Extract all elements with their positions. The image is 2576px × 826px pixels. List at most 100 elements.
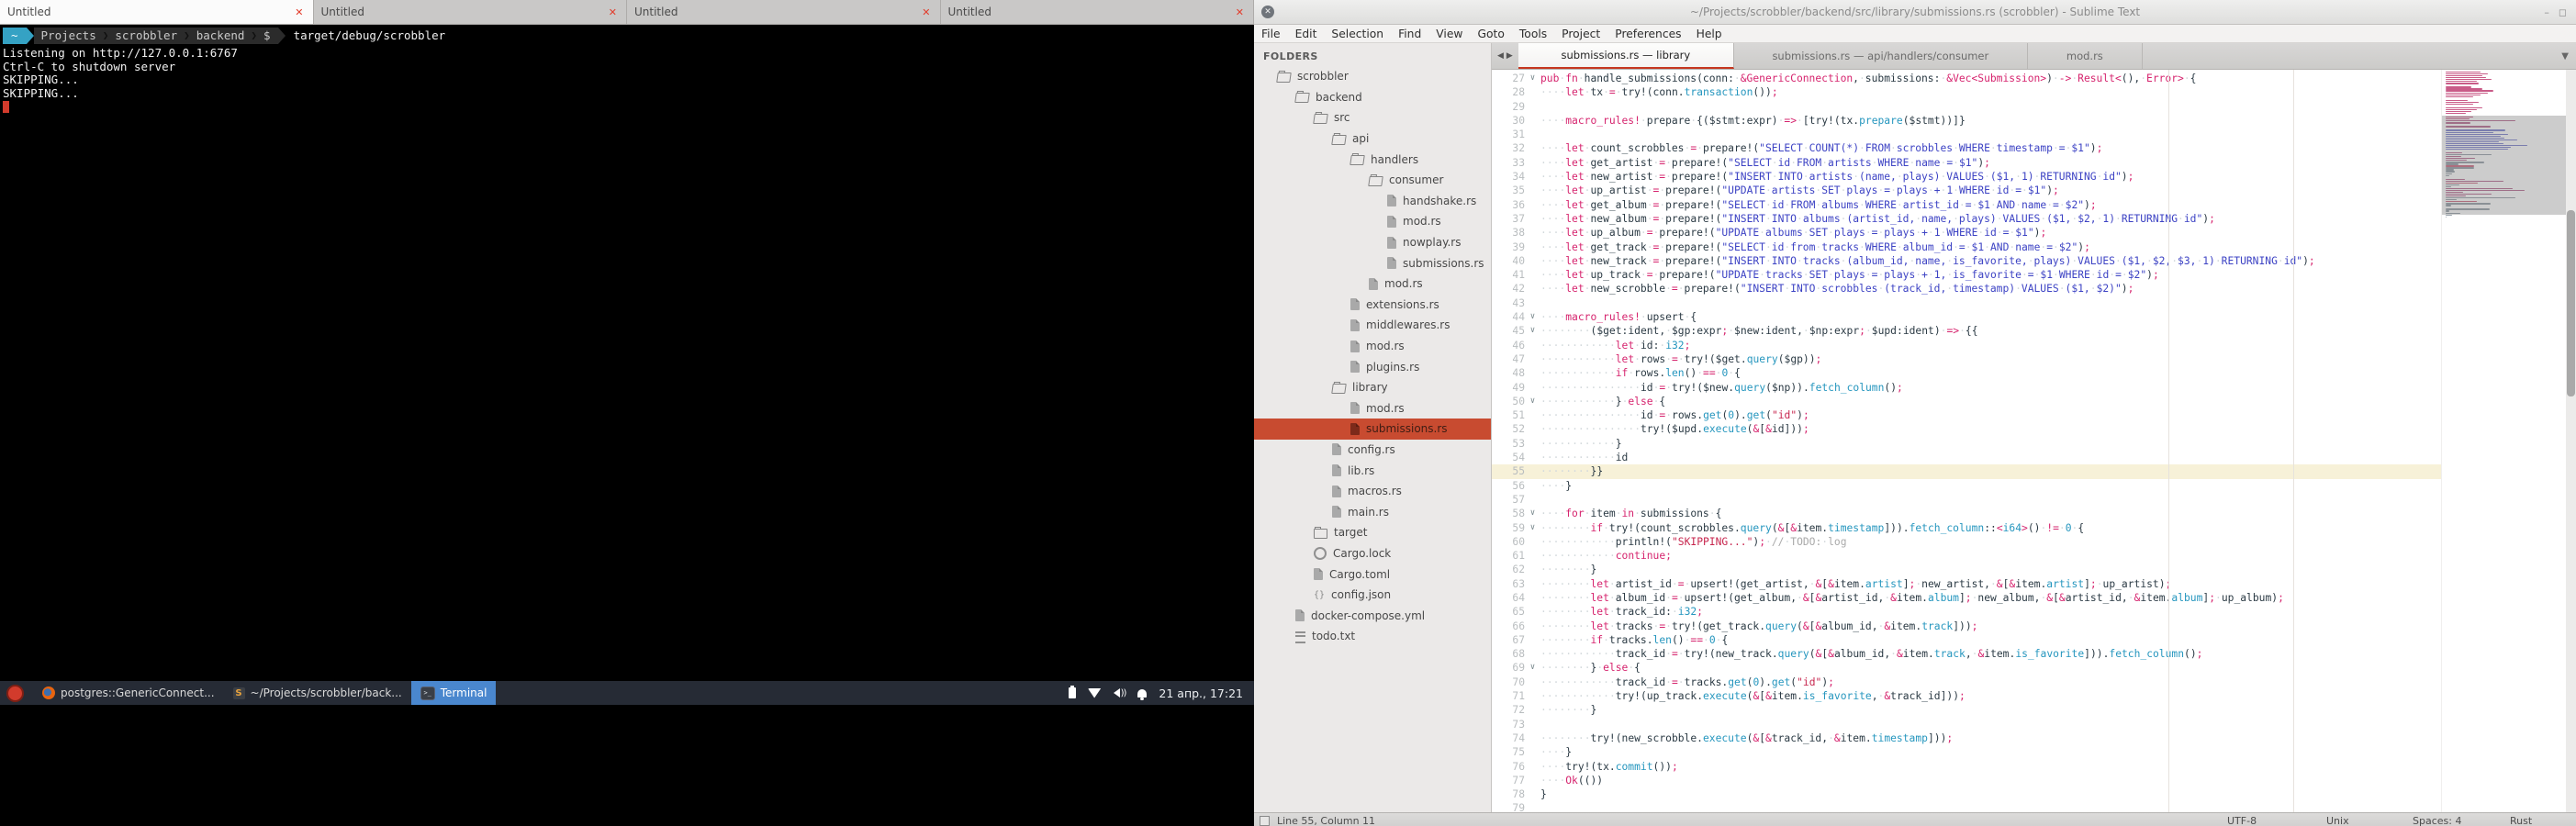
- fold-arrow-icon[interactable]: [1525, 647, 1540, 661]
- fold-arrow-icon[interactable]: [1525, 408, 1540, 422]
- menu-item-help[interactable]: Help: [1689, 28, 1730, 40]
- menu-item-find[interactable]: Find: [1391, 28, 1428, 40]
- terminal-tab[interactable]: Untitled✕: [941, 0, 1255, 24]
- menu-item-project[interactable]: Project: [1554, 28, 1607, 40]
- vintage-mode-icon[interactable]: [1260, 816, 1270, 826]
- tree-item-api[interactable]: api: [1254, 128, 1491, 150]
- menu-item-selection[interactable]: Selection: [1324, 28, 1391, 40]
- fold-arrow-icon[interactable]: [1525, 212, 1540, 226]
- tree-item-mod.rs[interactable]: mod.rs: [1254, 336, 1491, 357]
- minimap[interactable]: [2441, 70, 2566, 812]
- taskbar-item[interactable]: postgres::GenericConnect...: [33, 681, 224, 705]
- fold-arrow-icon[interactable]: ∨: [1525, 661, 1540, 675]
- status-line-endings[interactable]: Unix: [2326, 815, 2349, 826]
- tree-item-submissions.rs[interactable]: submissions.rs: [1254, 419, 1491, 440]
- tree-item-docker-compose.yml[interactable]: docker-compose.yml: [1254, 605, 1491, 626]
- fold-arrow-icon[interactable]: ∨: [1525, 521, 1540, 535]
- fold-arrow-icon[interactable]: [1525, 184, 1540, 197]
- fold-arrow-icon[interactable]: [1525, 633, 1540, 647]
- terminal-tab[interactable]: Untitled✕: [627, 0, 941, 24]
- fold-arrow-icon[interactable]: [1525, 352, 1540, 366]
- status-syntax[interactable]: Rust: [2510, 815, 2532, 826]
- fold-arrow-icon[interactable]: [1525, 268, 1540, 282]
- close-icon[interactable]: ✕: [1261, 6, 1274, 18]
- taskbar-item[interactable]: S~/Projects/scrobbler/back...: [224, 681, 411, 705]
- tree-item-nowplay.rs[interactable]: nowplay.rs: [1254, 232, 1491, 253]
- tree-item-mod.rs[interactable]: mod.rs: [1254, 398, 1491, 419]
- fold-arrow-icon[interactable]: [1525, 801, 1540, 812]
- status-encoding[interactable]: UTF-8: [2227, 815, 2257, 826]
- fold-arrow-icon[interactable]: [1525, 577, 1540, 591]
- tree-item-handlers[interactable]: handlers: [1254, 149, 1491, 170]
- tree-item-middlewares.rs[interactable]: middlewares.rs: [1254, 315, 1491, 336]
- notifications-bell-icon[interactable]: [1137, 689, 1147, 698]
- fold-arrow-icon[interactable]: [1525, 381, 1540, 395]
- code-editor[interactable]: 27∨pub·fn·handle_submissions(conn:·&Gene…: [1492, 70, 2576, 812]
- editor-tab[interactable]: mod.rs: [2028, 43, 2143, 69]
- fold-arrow-icon[interactable]: [1525, 141, 1540, 155]
- fold-arrow-icon[interactable]: ∨: [1525, 395, 1540, 408]
- taskbar-item[interactable]: >_Terminal: [411, 681, 497, 705]
- minimap-viewport[interactable]: [2442, 116, 2566, 215]
- tree-item-config.rs[interactable]: config.rs: [1254, 440, 1491, 461]
- tree-item-backend[interactable]: backend: [1254, 87, 1491, 108]
- fold-arrow-icon[interactable]: [1525, 718, 1540, 731]
- fold-arrow-icon[interactable]: [1525, 437, 1540, 451]
- fold-arrow-icon[interactable]: ∨: [1525, 72, 1540, 85]
- tree-item-todo.txt[interactable]: todo.txt: [1254, 626, 1491, 647]
- volume-icon[interactable]: )): [1114, 688, 1126, 698]
- tab-close-icon[interactable]: ✕: [293, 6, 305, 18]
- menu-item-preferences[interactable]: Preferences: [1607, 28, 1688, 40]
- menu-item-goto[interactable]: Goto: [1470, 28, 1511, 40]
- menu-item-tools[interactable]: Tools: [1512, 28, 1554, 40]
- tree-item-lib.rs[interactable]: lib.rs: [1254, 460, 1491, 481]
- tree-item-consumer[interactable]: consumer: [1254, 170, 1491, 191]
- menu-item-edit[interactable]: Edit: [1288, 28, 1325, 40]
- fold-arrow-icon[interactable]: [1525, 240, 1540, 254]
- tree-item-scrobbler[interactable]: scrobbler: [1254, 66, 1491, 87]
- fold-arrow-icon[interactable]: [1525, 675, 1540, 689]
- fold-arrow-icon[interactable]: [1525, 282, 1540, 296]
- fold-arrow-icon[interactable]: [1525, 745, 1540, 759]
- fold-arrow-icon[interactable]: ∨: [1525, 310, 1540, 324]
- tree-item-Cargo.toml[interactable]: Cargo.toml: [1254, 564, 1491, 585]
- menu-item-view[interactable]: View: [1428, 28, 1470, 40]
- tree-item-handshake.rs[interactable]: handshake.rs: [1254, 191, 1491, 212]
- tree-item-plugins.rs[interactable]: plugins.rs: [1254, 356, 1491, 377]
- fold-arrow-icon[interactable]: [1525, 128, 1540, 141]
- battery-icon[interactable]: [1069, 687, 1076, 698]
- fold-arrow-icon[interactable]: [1525, 114, 1540, 128]
- fold-arrow-icon[interactable]: [1525, 689, 1540, 703]
- fold-arrow-icon[interactable]: [1525, 226, 1540, 240]
- minimize-icon[interactable]: –: [2544, 6, 2549, 18]
- tree-item-src[interactable]: src: [1254, 107, 1491, 128]
- terminal-tab[interactable]: Untitled✕: [314, 0, 628, 24]
- editor-tab[interactable]: submissions.rs — library: [1518, 43, 1734, 69]
- record-icon[interactable]: [6, 685, 24, 702]
- terminal-body[interactable]: ~ Projects❯scrobbler❯backend❯$ target/de…: [0, 25, 1254, 681]
- scrollbar-thumb[interactable]: [2567, 210, 2575, 396]
- fold-arrow-icon[interactable]: [1525, 254, 1540, 268]
- tree-item-macros.rs[interactable]: macros.rs: [1254, 481, 1491, 502]
- fold-arrow-icon[interactable]: ∨: [1525, 324, 1540, 338]
- fold-arrow-icon[interactable]: [1525, 156, 1540, 170]
- tab-overflow-icon[interactable]: ▼: [2561, 51, 2569, 61]
- fold-arrow-icon[interactable]: [1525, 296, 1540, 310]
- fold-arrow-icon[interactable]: [1525, 493, 1540, 507]
- fold-arrow-icon[interactable]: [1525, 339, 1540, 352]
- menu-item-file[interactable]: File: [1254, 28, 1288, 40]
- tree-item-target[interactable]: target: [1254, 522, 1491, 543]
- title-bar[interactable]: ✕ ~/Projects/scrobbler/backend/src/libra…: [1254, 0, 2576, 25]
- fold-arrow-icon[interactable]: [1525, 731, 1540, 745]
- tab-close-icon[interactable]: ✕: [1234, 6, 1246, 18]
- fold-arrow-icon[interactable]: [1525, 85, 1540, 99]
- fold-arrow-icon[interactable]: [1525, 787, 1540, 801]
- tree-item-mod.rs[interactable]: mod.rs: [1254, 211, 1491, 232]
- tab-scroll-left-icon[interactable]: ◀: [1497, 51, 1504, 61]
- tab-scroll-right-icon[interactable]: ▶: [1506, 51, 1513, 61]
- fold-arrow-icon[interactable]: ∨: [1525, 507, 1540, 520]
- tree-item-config.json[interactable]: {}config.json: [1254, 585, 1491, 606]
- fold-arrow-icon[interactable]: [1525, 563, 1540, 576]
- fold-arrow-icon[interactable]: [1525, 535, 1540, 549]
- wifi-icon[interactable]: [1088, 688, 1102, 698]
